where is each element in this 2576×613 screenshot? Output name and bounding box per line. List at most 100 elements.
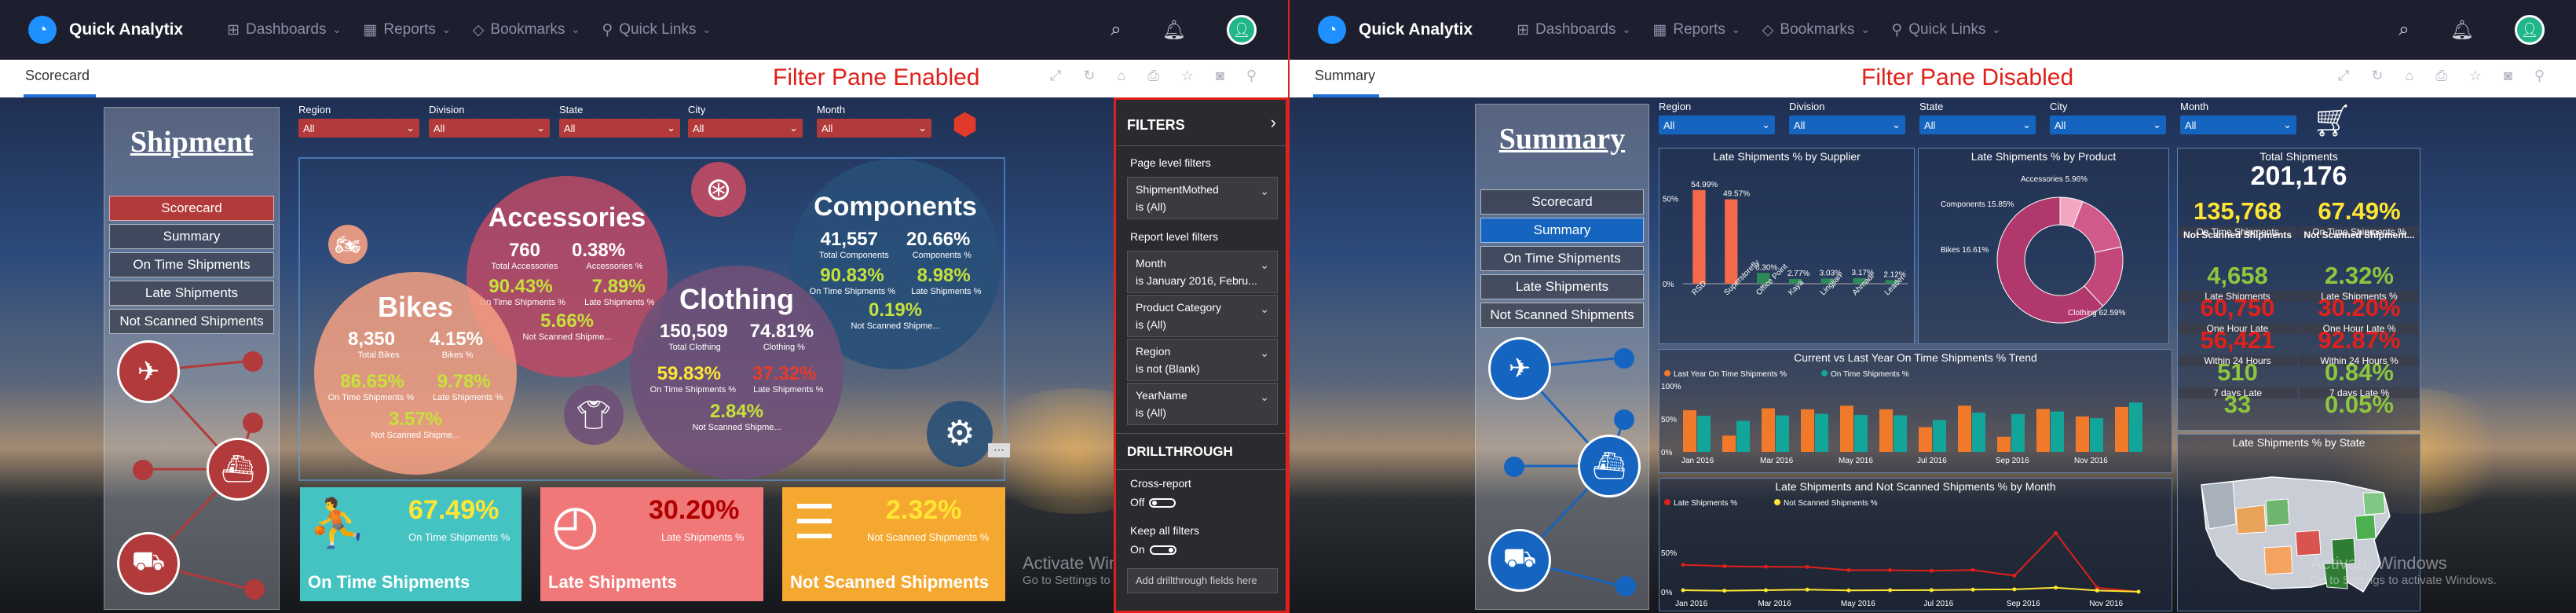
menu-late-shipments[interactable]: Late Shipments — [109, 281, 274, 306]
bar — [1879, 409, 1893, 452]
kpi-not-scanned[interactable]: ☰ 2.32% Not Scanned Shipments % Not Scan… — [782, 487, 1005, 601]
filter-city[interactable]: City All ⌄ — [2050, 101, 2166, 134]
truck-shipment-icon[interactable]: ⛟ — [117, 532, 180, 595]
kpi-on-time[interactable]: ⛹ 67.49% On Time Shipments % On Time Shi… — [300, 487, 521, 601]
truck-shipment-icon[interactable]: ⛟ — [1488, 529, 1551, 592]
filter-state[interactable]: State All ⌄ — [1919, 101, 2036, 134]
air-shipment-icon[interactable]: ✈ — [1488, 337, 1551, 400]
nav-reports[interactable]: ▦ Reports ⌄ — [363, 21, 450, 39]
cross-report-toggle[interactable]: Off — [1130, 496, 1176, 508]
keep-all-filters-toggle[interactable]: On — [1130, 543, 1176, 556]
late-by-product-tile[interactable]: Late Shipments % by Product Accessories … — [1918, 148, 2169, 344]
filter-month[interactable]: Month All ⌄ — [2180, 101, 2296, 134]
filter-card-product-category[interactable]: Product Category is (All) ⌄ — [1127, 295, 1278, 337]
avatar[interactable]: 👤︎ — [2515, 15, 2545, 45]
nav-quick-links[interactable]: ⚲ Quick Links ⌄ — [1891, 21, 2000, 39]
refresh-icon[interactable]: ↻ — [1083, 68, 1095, 84]
node-dot — [243, 413, 263, 433]
clothing-on-time-label: On Time Shipments % — [649, 385, 737, 395]
bell-icon[interactable]: 🔔︎ — [1162, 19, 1186, 42]
kpi-late-value: 30.20% — [649, 495, 740, 525]
menu-not-scanned-shipments[interactable]: Not Scanned Shipments — [1480, 303, 1644, 328]
bookmark-icon[interactable]: ⌂ — [2406, 68, 2414, 84]
chevron-right-icon[interactable]: › — [1271, 112, 1276, 133]
late-not-scanned-tile[interactable]: Late Shipments and Not Scanned Shipments… — [1659, 478, 2172, 611]
nav-reports[interactable]: ▦ Reports ⌄ — [1652, 21, 1740, 39]
filter-card-shipment-method[interactable]: ShipmentMothed is (All) ⌄ — [1127, 177, 1278, 219]
app-logo-icon[interactable]: ◔ — [1318, 16, 1346, 44]
ship-shipment-icon[interactable]: ⛴ — [1578, 435, 1641, 497]
menu-summary[interactable]: Summary — [109, 224, 274, 249]
expand-icon[interactable]: ⤢ — [2338, 68, 2349, 84]
nav-dashboards[interactable]: ⊞ Dashboards ⌄ — [1517, 21, 1630, 39]
x-tick-label: Jul 2016 — [1923, 600, 1953, 608]
refresh-icon[interactable]: ↻ — [2371, 68, 2383, 84]
menu-summary[interactable]: Summary — [1480, 218, 1644, 243]
ship-shipment-icon[interactable]: ⛴ — [207, 438, 269, 501]
search-icon[interactable]: ⌕ — [1111, 19, 1121, 41]
menu-on-time-shipments[interactable]: On Time Shipments — [109, 252, 274, 277]
on-time-trend-tile[interactable]: Current vs Last Year On Time Shipments %… — [1659, 349, 2172, 473]
nav-bookmarks[interactable]: ◇ Bookmarks ⌄ — [473, 21, 580, 39]
bikes-bubble[interactable]: Bikes 8,350 4.15% Total Bikes Bikes % 86.6… — [314, 272, 517, 475]
air-shipment-icon[interactable]: ✈ — [117, 340, 180, 403]
bar — [1725, 199, 1738, 284]
filter-state-label: State — [559, 104, 584, 116]
star-icon[interactable]: ☆ — [2469, 68, 2482, 84]
late-by-supplier-tile[interactable]: Late Shipments % by Supplier 0% 50% 54.99%… — [1659, 148, 1915, 344]
nav-dashboards[interactable]: ⊞ Dashboards ⌄ — [227, 21, 341, 39]
accessories-pct: 0.38% — [571, 240, 626, 261]
menu-scorecard[interactable]: Scorecard — [1480, 189, 1644, 215]
menu-late-shipments[interactable]: Late Shipments — [1480, 274, 1644, 299]
filter-city[interactable]: City All ⌄ — [688, 104, 803, 138]
toggle-switch-off[interactable] — [1149, 498, 1176, 508]
expand-icon[interactable]: ⤢ — [1050, 68, 1061, 84]
clothing-not-scanned-label: Not Scanned Shipme... — [692, 423, 781, 432]
data-point — [2012, 587, 2017, 592]
kpi-late[interactable]: ◴ 30.20% Late Shipments % Late Shipments — [540, 487, 763, 601]
filter-card-year-name[interactable]: YearName is (All) ⌄ — [1127, 383, 1278, 425]
filter-division[interactable]: Division All ⌄ — [1789, 101, 1905, 134]
total-shipments-value: 201,176 — [2250, 161, 2347, 191]
menu-on-time-shipments[interactable]: On Time Shipments — [1480, 246, 1644, 271]
total-shipments-tile[interactable]: Total Shipments 201,176 135,768 On Time S… — [2177, 148, 2420, 431]
filter-region[interactable]: Region All ⌄ — [1659, 101, 1775, 134]
pin-icon[interactable]: ⚲ — [2534, 68, 2545, 84]
nav-bookmarks[interactable]: ◇ Bookmarks ⌄ — [1762, 21, 1870, 39]
nav-reports-label: Reports — [383, 21, 436, 38]
filter-month[interactable]: Month All ⌄ — [817, 104, 931, 138]
legend-marker — [1664, 499, 1670, 505]
bell-icon[interactable]: 🔔︎ — [2450, 19, 2474, 42]
bookmark-icon[interactable]: ⌂ — [1118, 68, 1126, 84]
more-options-icon[interactable]: ⋯ — [988, 443, 1010, 457]
activate-windows-watermark: Activate Windows — [2311, 553, 2447, 573]
on-time-trend-chart: Last Year On Time Shipments % On Time Shi… — [1661, 370, 2142, 465]
pin-icon[interactable]: ⚲ — [1246, 68, 1257, 84]
filter-card-region[interactable]: Region is not (Blank) ⌄ — [1127, 339, 1278, 381]
menu-not-scanned-shipments[interactable]: Not Scanned Shipments — [109, 309, 274, 334]
filter-division[interactable]: Division All ⌄ — [429, 104, 550, 138]
accessories-pct-label: Accessories % — [586, 262, 643, 271]
page-tab-summary[interactable]: Summary — [1315, 68, 1375, 84]
page-tab-scorecard[interactable]: Scorecard — [25, 68, 90, 84]
wheel-icon: ⊛ — [691, 162, 746, 217]
print-icon[interactable]: ⎙ — [2435, 68, 2446, 84]
star-icon[interactable]: ☆ — [1181, 68, 1194, 84]
avatar[interactable]: 👤︎ — [1227, 15, 1257, 45]
camera-icon[interactable]: ◙ — [2504, 68, 2512, 84]
search-icon[interactable]: ⌕ — [2399, 19, 2409, 41]
filter-city-label: City — [2050, 101, 2068, 112]
drillthrough-drop-zone[interactable]: Add drillthrough fields here — [1127, 568, 1278, 593]
components-late: 8.98% — [917, 265, 971, 286]
filter-card-month[interactable]: Month is January 2016, Febru... ⌄ — [1127, 251, 1278, 293]
print-icon[interactable]: ⎙ — [1147, 68, 1158, 84]
clothing-bubble[interactable]: Clothing 150,509 74.81% Total Clothing Clo… — [630, 266, 843, 479]
toggle-switch-on[interactable] — [1149, 545, 1176, 556]
filter-region[interactable]: Region All ⌄ — [298, 104, 419, 138]
camera-icon[interactable]: ◙ — [1216, 68, 1224, 84]
menu-scorecard[interactable]: Scorecard — [109, 196, 274, 221]
app-logo-icon[interactable]: ◔ — [28, 16, 57, 44]
nav-quick-links[interactable]: ⚲ Quick Links ⌄ — [602, 21, 711, 39]
filter-state[interactable]: State All ⌄ — [559, 104, 680, 138]
x-tick-label: Nov 2016 — [2074, 457, 2108, 465]
